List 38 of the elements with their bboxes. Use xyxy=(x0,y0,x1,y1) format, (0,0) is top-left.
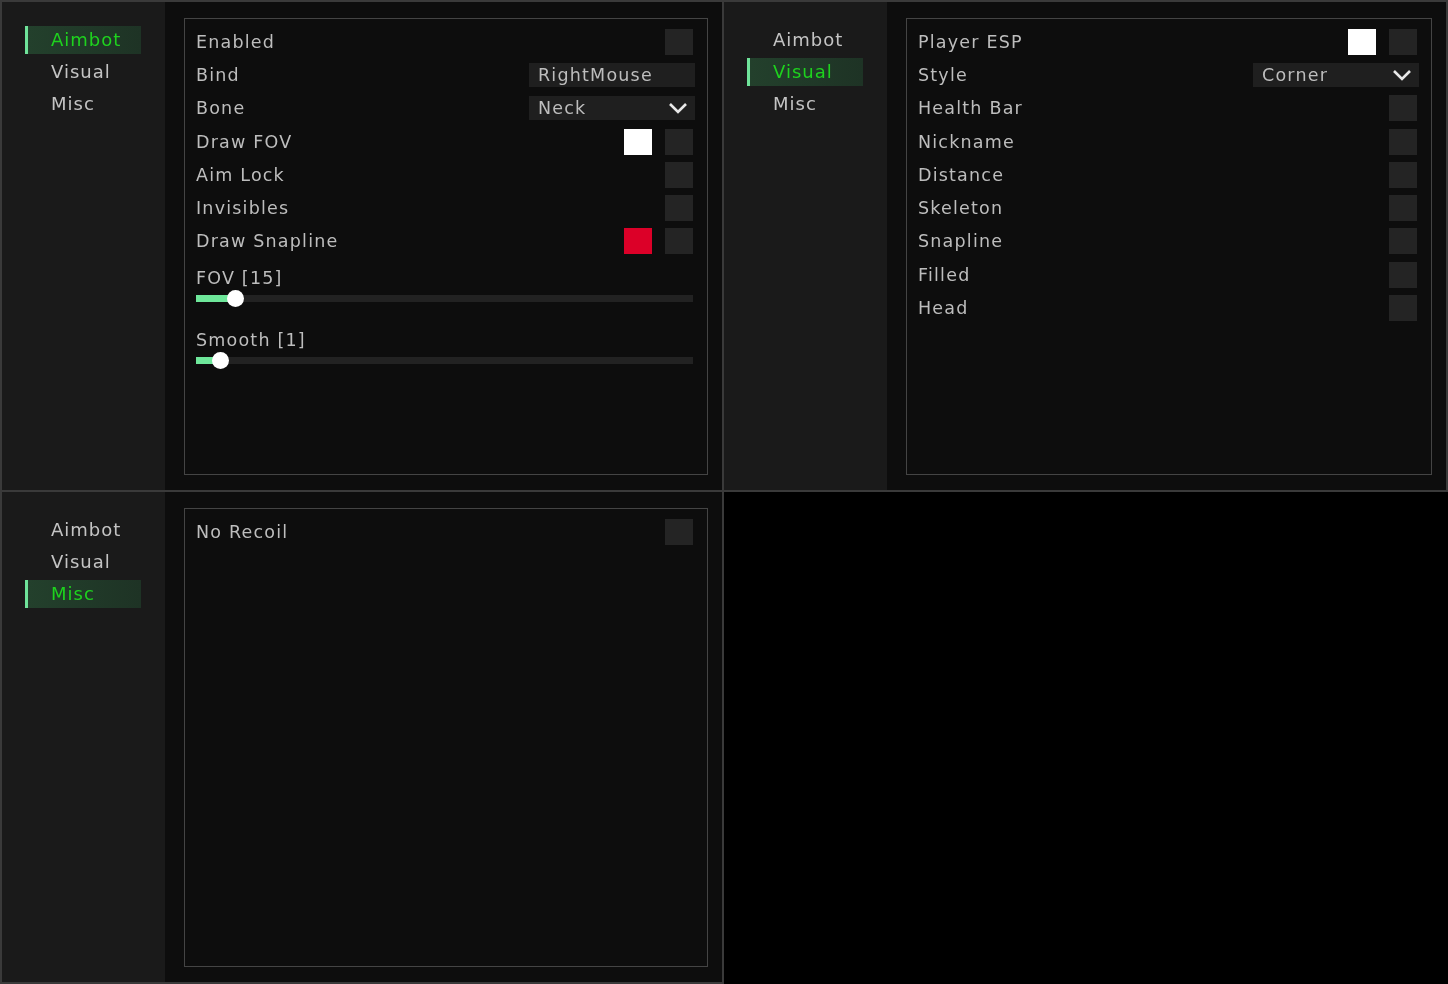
option-label: No Recoil xyxy=(196,521,289,542)
option-label: Style xyxy=(918,64,968,85)
color-swatch[interactable] xyxy=(624,228,652,255)
option-label: Snapline xyxy=(918,231,1004,252)
sidebar-tab[interactable]: Misc xyxy=(747,90,863,118)
option-label: Bind xyxy=(196,64,240,85)
color-swatch[interactable] xyxy=(624,128,652,155)
slider-thumb[interactable] xyxy=(211,352,229,370)
dropdown[interactable]: Corner xyxy=(1253,62,1419,87)
chevron-down-icon xyxy=(668,101,688,116)
option-label: Filled xyxy=(918,264,971,285)
sidebar-tab[interactable]: Visual xyxy=(25,548,141,576)
option-label: Draw FOV xyxy=(196,131,293,152)
option-label: Nickname xyxy=(918,131,1015,152)
sidebar-tab[interactable]: Aimbot xyxy=(25,516,141,544)
option-label: Player ESP xyxy=(918,31,1023,52)
sidebar-tab[interactable]: Misc xyxy=(25,90,141,118)
option-label: Draw Snapline xyxy=(196,231,339,252)
option-label: Distance xyxy=(918,164,1005,185)
chevron-down-icon xyxy=(1392,67,1412,82)
option-label: Invisibles xyxy=(196,198,290,219)
option-label: Aim Lock xyxy=(196,164,285,185)
sidebar-tab[interactable]: Aimbot xyxy=(25,26,141,54)
dropdown[interactable]: Neck xyxy=(529,96,695,121)
slider-thumb[interactable] xyxy=(226,290,244,308)
option-label: Health Bar xyxy=(918,98,1023,119)
color-swatch[interactable] xyxy=(1348,28,1376,55)
sidebar-tab[interactable]: Visual xyxy=(25,58,141,86)
option-label: Bone xyxy=(196,98,246,119)
sidebar-tab[interactable]: Visual xyxy=(747,58,863,86)
option-label: FOV [15] xyxy=(196,267,284,290)
sidebar-tab[interactable]: Misc xyxy=(25,580,141,608)
option-label: Smooth [1] xyxy=(196,329,307,352)
option-label: Skeleton xyxy=(918,198,1004,219)
keybind-button[interactable]: RightMouse xyxy=(529,62,695,87)
option-label: Enabled xyxy=(196,31,276,52)
option-label: Head xyxy=(918,298,969,318)
sidebar-tab[interactable]: Aimbot xyxy=(747,26,863,54)
